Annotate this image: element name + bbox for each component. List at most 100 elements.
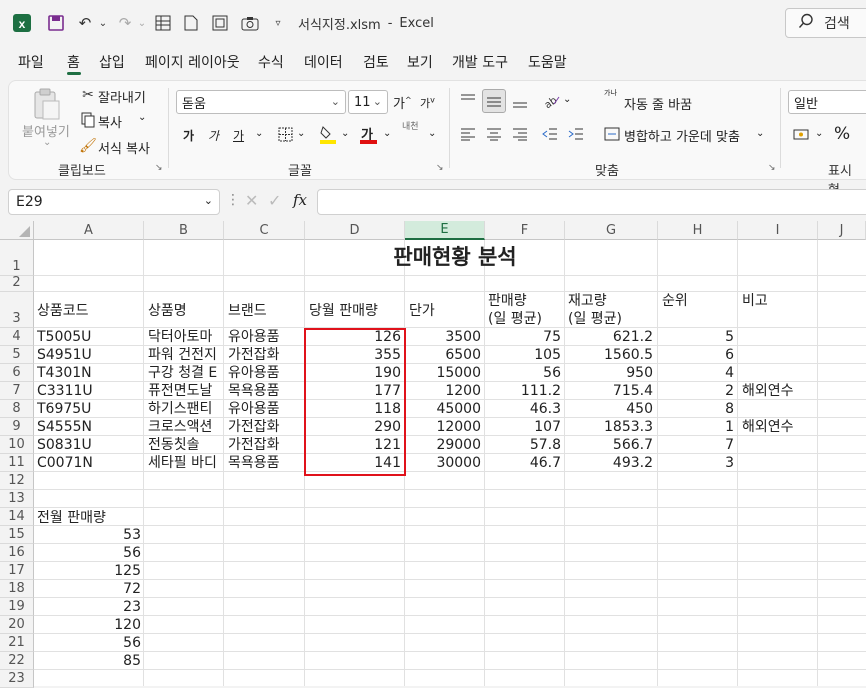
clipboard-launcher-icon[interactable]: ↘ <box>155 163 163 173</box>
align-bottom-icon[interactable] <box>510 92 530 112</box>
merge-center-icon[interactable] <box>603 125 621 143</box>
camera-icon[interactable] <box>239 12 261 34</box>
menu-help[interactable]: 도움말 <box>528 52 567 72</box>
insert-function-button[interactable]: fx <box>293 191 307 209</box>
fill-color-dropdown-icon[interactable]: ⌄ <box>341 128 349 139</box>
prev-month-label[interactable]: 전월 판매량 <box>37 510 106 526</box>
menu-insert[interactable]: 삽입 <box>99 52 125 72</box>
cancel-icon[interactable]: ✕ <box>245 191 258 210</box>
font-name-combo[interactable]: 돋움 ⌄ <box>176 90 346 114</box>
wrap-text-button[interactable]: 자동 줄 바꿈 <box>624 94 692 113</box>
row-header-19[interactable]: 19 <box>0 598 34 616</box>
cell-brand[interactable]: 유아용품 <box>228 329 304 345</box>
align-center-icon[interactable] <box>484 124 504 144</box>
column-header-e[interactable]: E <box>405 221 485 240</box>
scissors-icon[interactable]: ✂ <box>80 86 96 104</box>
font-launcher-icon[interactable]: ↘ <box>436 163 444 173</box>
row-header-21[interactable]: 21 <box>0 634 34 652</box>
row-header-18[interactable]: 18 <box>0 580 34 598</box>
cell-name[interactable]: 닥터아토마 <box>148 329 224 345</box>
column-header-d[interactable]: D <box>305 221 405 240</box>
accounting-dropdown-icon[interactable]: ⌄ <box>815 128 823 139</box>
form-icon[interactable] <box>209 12 231 34</box>
cell-prev-month-sales[interactable]: 23 <box>34 599 141 615</box>
undo-icon[interactable]: ↶ <box>74 12 96 34</box>
cell-stock[interactable]: 950 <box>565 365 653 381</box>
enter-icon[interactable]: ✓ <box>268 191 281 210</box>
menu-data[interactable]: 데이터 <box>304 52 343 72</box>
cell-rank[interactable]: 2 <box>658 383 734 399</box>
menu-developer[interactable]: 개발 도구 <box>452 52 508 72</box>
row-header-22[interactable]: 22 <box>0 652 34 670</box>
cell-code[interactable]: T4301N <box>37 365 142 381</box>
number-format-combo[interactable]: 일반 <box>788 90 866 114</box>
row-header-5[interactable]: 5 <box>0 346 34 364</box>
cell-stock[interactable]: 1853.3 <box>565 419 653 435</box>
cell-avg[interactable]: 111.2 <box>485 383 561 399</box>
grow-font-button[interactable]: 가^ <box>393 93 412 112</box>
cell-stock[interactable]: 621.2 <box>565 329 653 345</box>
column-header-b[interactable]: B <box>144 221 224 240</box>
align-right-icon[interactable] <box>510 124 530 144</box>
column-header-c[interactable]: C <box>224 221 305 240</box>
row-header-15[interactable]: 15 <box>0 526 34 544</box>
cell-prev-month-sales[interactable]: 120 <box>34 617 141 633</box>
cell-code[interactable]: T5005U <box>37 329 142 345</box>
font-size-combo[interactable]: 11 ⌄ <box>348 90 388 114</box>
cell-name[interactable]: 하기스팬티 <box>148 401 224 417</box>
cell-rank[interactable]: 8 <box>658 401 734 417</box>
cell-note[interactable]: 해외연수 <box>742 419 794 435</box>
borders-dropdown-icon[interactable]: ⌄ <box>297 128 305 139</box>
row-header-17[interactable]: 17 <box>0 562 34 580</box>
cell-name[interactable]: 퓨전면도날 <box>148 383 224 399</box>
row-header-12[interactable]: 12 <box>0 472 34 490</box>
cell-brand[interactable]: 유아용품 <box>228 365 304 381</box>
merge-center-button[interactable]: 병합하고 가운데 맞춤 <box>624 126 740 145</box>
shrink-font-button[interactable]: 가v <box>420 95 435 111</box>
row-header-8[interactable]: 8 <box>0 400 34 418</box>
row-header-9[interactable]: 9 <box>0 418 34 436</box>
italic-button[interactable]: 가 <box>208 127 219 144</box>
sheet-title[interactable]: 판매현황 분석 <box>305 244 605 270</box>
cell-code[interactable]: S4555N <box>37 419 142 435</box>
menu-formulas[interactable]: 수식 <box>258 52 284 72</box>
undo-dropdown-icon[interactable]: ⌄ <box>97 12 109 34</box>
search-box[interactable]: 검색 <box>785 8 866 38</box>
column-header-j[interactable]: J <box>818 221 866 240</box>
cell-rank[interactable]: 5 <box>658 329 734 345</box>
cell-code[interactable]: T6975U <box>37 401 142 417</box>
column-header-a[interactable]: A <box>34 221 144 240</box>
cell-price[interactable]: 30000 <box>405 455 481 471</box>
cell-prev-month-sales[interactable]: 125 <box>34 563 141 579</box>
cell-brand[interactable]: 목욕용품 <box>228 383 304 399</box>
cell-rank[interactable]: 1 <box>658 419 734 435</box>
cell-avg[interactable]: 46.3 <box>485 401 561 417</box>
row-header-2[interactable]: 2 <box>0 275 34 292</box>
header-stock-avg-line2[interactable]: (일 평균) <box>568 311 622 327</box>
cell-price[interactable]: 15000 <box>405 365 481 381</box>
cell-price[interactable]: 12000 <box>405 419 481 435</box>
row-header-23[interactable]: 23 <box>0 670 34 688</box>
cell-rank[interactable]: 4 <box>658 365 734 381</box>
cell-avg[interactable]: 75 <box>485 329 561 345</box>
column-header-f[interactable]: F <box>485 221 565 240</box>
cell-brand[interactable]: 유아용품 <box>228 401 304 417</box>
cell-rank[interactable]: 6 <box>658 347 734 363</box>
header-product-code[interactable]: 상품코드 <box>37 303 89 319</box>
menu-file[interactable]: 파일 <box>18 52 44 72</box>
phonetic-button[interactable]: 내천 <box>402 122 426 132</box>
column-header-h[interactable]: H <box>658 221 738 240</box>
row-header-4[interactable]: 4 <box>0 328 34 346</box>
menu-page-layout[interactable]: 페이지 레이아웃 <box>145 52 240 72</box>
cell-code[interactable]: S4951U <box>37 347 142 363</box>
cell-price[interactable]: 6500 <box>405 347 481 363</box>
more-options-icon[interactable]: ⋮ <box>226 192 240 208</box>
copy-dropdown-icon[interactable]: ⌄ <box>138 112 146 123</box>
cell-stock[interactable]: 566.7 <box>565 437 653 453</box>
name-box[interactable]: E29 ⌄ <box>8 189 220 215</box>
increase-indent-icon[interactable] <box>566 124 586 144</box>
header-monthly-sales[interactable]: 당월 판매량 <box>309 303 378 319</box>
column-header-g[interactable]: G <box>565 221 658 240</box>
formula-input[interactable] <box>317 189 866 215</box>
new-file-icon[interactable] <box>180 12 202 34</box>
